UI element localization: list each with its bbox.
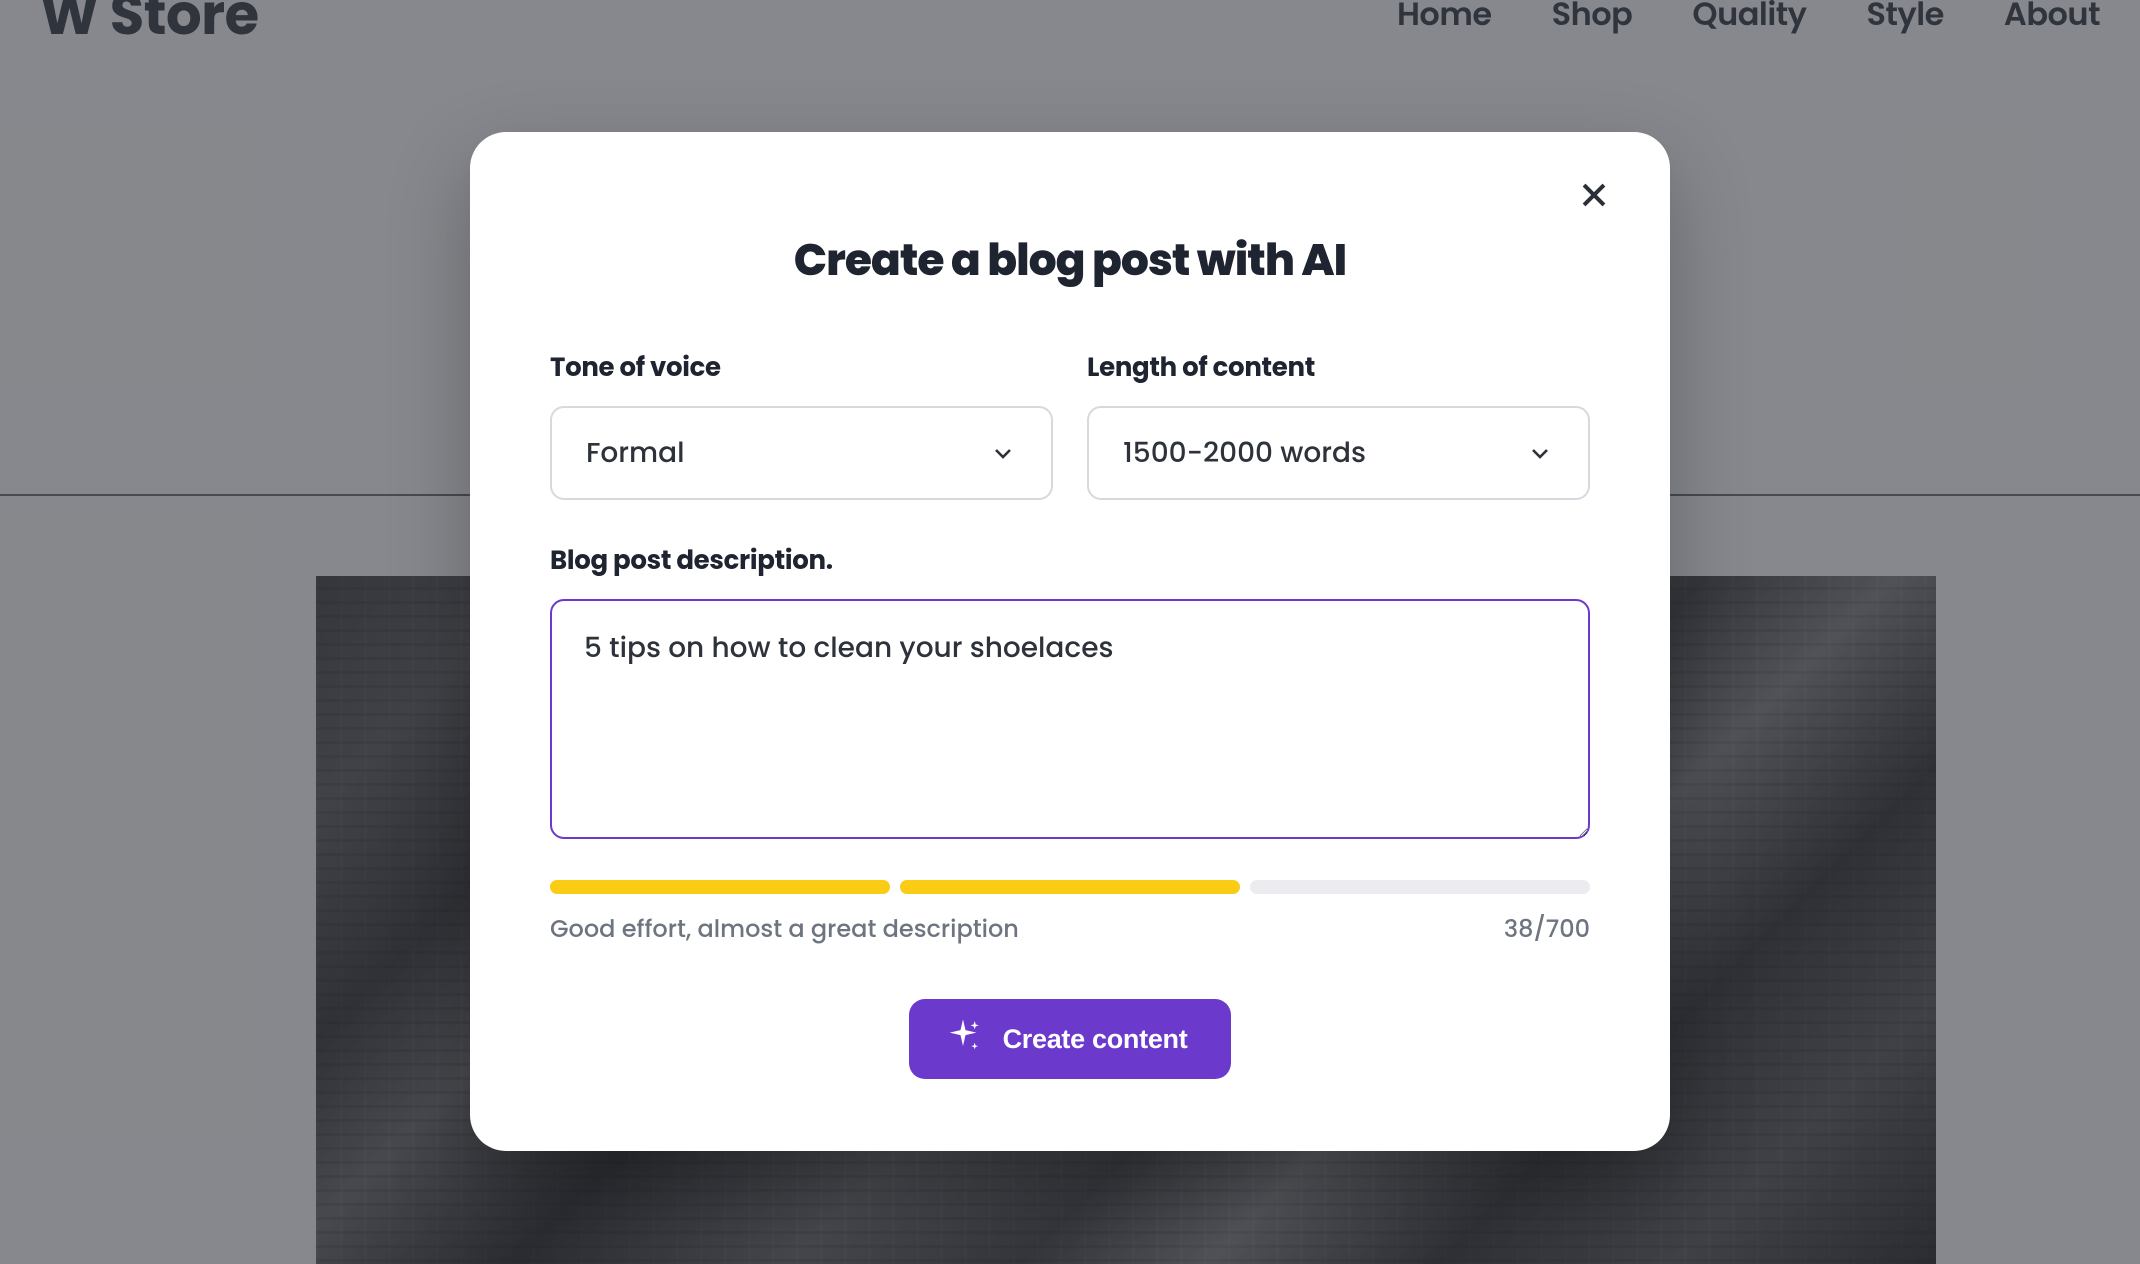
ai-blog-modal: Create a blog post with AI Tone of voice…	[470, 132, 1670, 1151]
length-label: Length of content	[1087, 349, 1590, 388]
description-textarea[interactable]	[550, 599, 1590, 839]
strength-meter	[550, 880, 1590, 894]
strength-caption-row: Good effort, almost a great description …	[550, 912, 1590, 947]
chevron-down-icon	[991, 441, 1015, 465]
sparkle-icon	[943, 1016, 983, 1063]
field-length: Length of content 1500-2000 words	[1087, 349, 1590, 500]
tone-select[interactable]: Formal	[550, 406, 1053, 500]
modal-title: Create a blog post with AI	[550, 228, 1590, 293]
cta-row: Create content	[550, 999, 1590, 1079]
modal-overlay: Create a blog post with AI Tone of voice…	[0, 0, 2140, 1264]
create-content-button[interactable]: Create content	[909, 999, 1232, 1079]
char-counter: 38/700	[1504, 912, 1590, 947]
strength-message: Good effort, almost a great description	[550, 912, 1019, 947]
chevron-down-icon	[1528, 441, 1552, 465]
strength-segment	[550, 880, 890, 894]
tone-value: Formal	[586, 432, 685, 474]
strength-segment	[900, 880, 1240, 894]
description-label: Blog post description.	[550, 542, 1590, 581]
tone-label: Tone of voice	[550, 349, 1053, 388]
form-row-selects: Tone of voice Formal Length of content 1…	[550, 349, 1590, 500]
close-icon	[1577, 178, 1611, 215]
length-select[interactable]: 1500-2000 words	[1087, 406, 1590, 500]
field-tone: Tone of voice Formal	[550, 349, 1053, 500]
cta-label: Create content	[1003, 1024, 1188, 1055]
close-button[interactable]	[1570, 172, 1618, 220]
length-value: 1500-2000 words	[1123, 432, 1366, 474]
strength-segment	[1250, 880, 1590, 894]
